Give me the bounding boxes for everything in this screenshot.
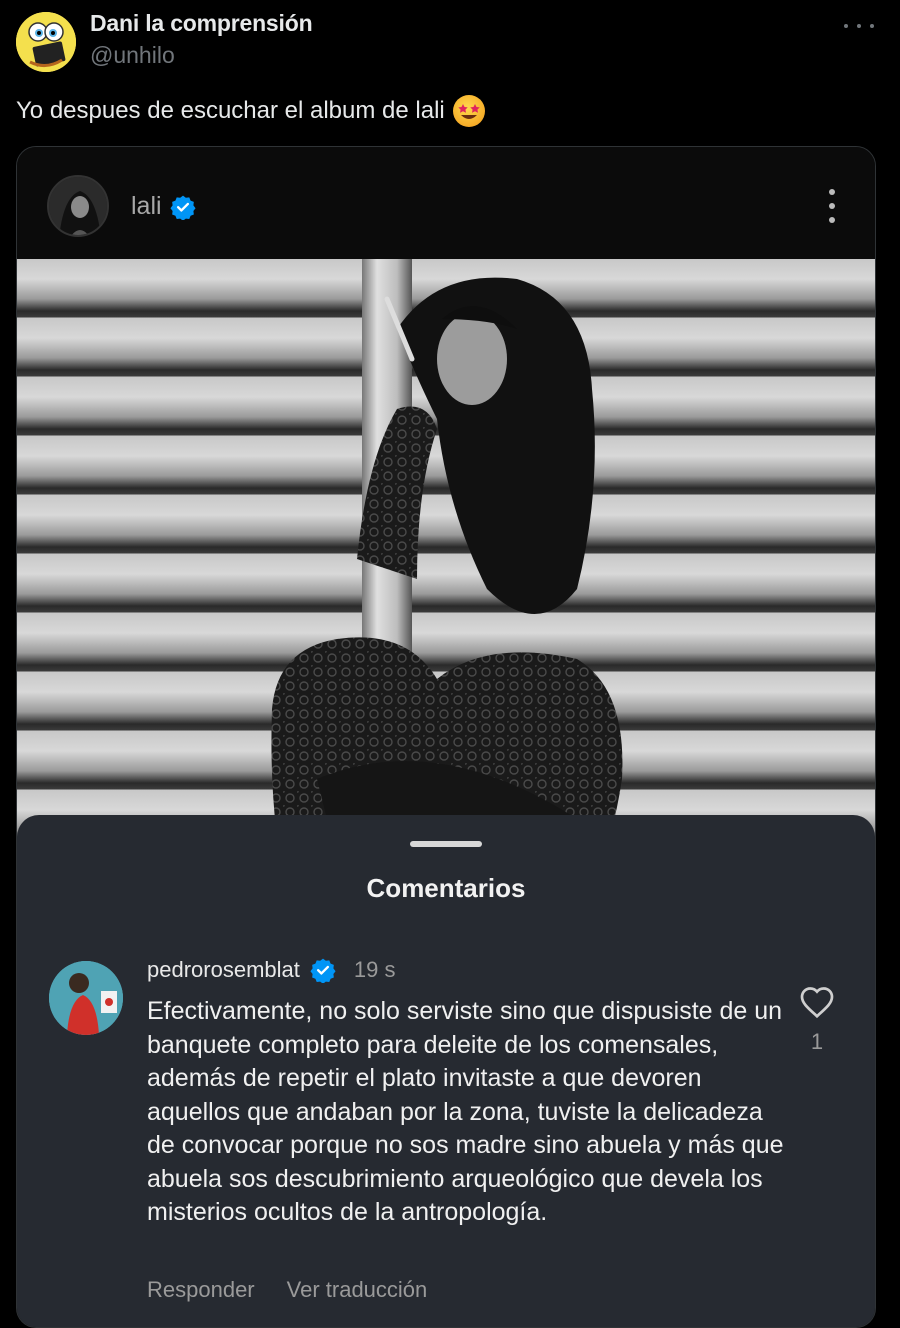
- tweet-text: Yo despues de escuchar el album de lali: [16, 95, 485, 127]
- post-username-label: lali: [131, 192, 162, 220]
- post-user-avatar[interactable]: [47, 175, 109, 237]
- author-avatar[interactable]: [16, 12, 76, 72]
- like-count: 1: [810, 1029, 824, 1054]
- reply-button[interactable]: Responder: [147, 1277, 255, 1303]
- commenter-username[interactable]: pedrorosemblat 19 s: [147, 957, 395, 983]
- post-username[interactable]: lali: [131, 192, 196, 221]
- heart-icon[interactable]: [799, 985, 835, 1019]
- author-name[interactable]: Dani la comprensión: [90, 10, 313, 37]
- author-handle[interactable]: @unhilo: [90, 42, 175, 69]
- comment-actions: Responder Ver traducción: [147, 1277, 427, 1303]
- comment-text: Efectivamente, no solo serviste sino que…: [147, 997, 784, 1226]
- verified-badge-icon: [310, 958, 336, 983]
- more-options-icon[interactable]: [844, 14, 874, 38]
- commenter-avatar[interactable]: [49, 961, 123, 1035]
- post-more-options-icon[interactable]: [829, 189, 835, 223]
- comments-sheet: Comentarios pedrorosemblat 19 s Efectiva…: [17, 815, 875, 1327]
- embedded-screenshot[interactable]: lali Comentarios pedrorosemblat 19 s Efe…: [16, 146, 876, 1328]
- sheet-drag-handle[interactable]: [410, 841, 482, 847]
- commenter-username-label: pedrorosemblat: [147, 957, 300, 982]
- star-struck-emoji-icon: [452, 95, 485, 127]
- comment-timestamp: 19 s: [353, 957, 396, 982]
- verified-badge-icon: [170, 195, 196, 220]
- tweet: Dani la comprensión @unhilo Yo despues d…: [0, 0, 900, 1328]
- comments-title: Comentarios: [366, 873, 526, 903]
- post-header: lali: [17, 147, 875, 259]
- tweet-text-content: Yo despues de escuchar el album de lali: [16, 97, 445, 124]
- translate-button[interactable]: Ver traducción: [287, 1277, 428, 1303]
